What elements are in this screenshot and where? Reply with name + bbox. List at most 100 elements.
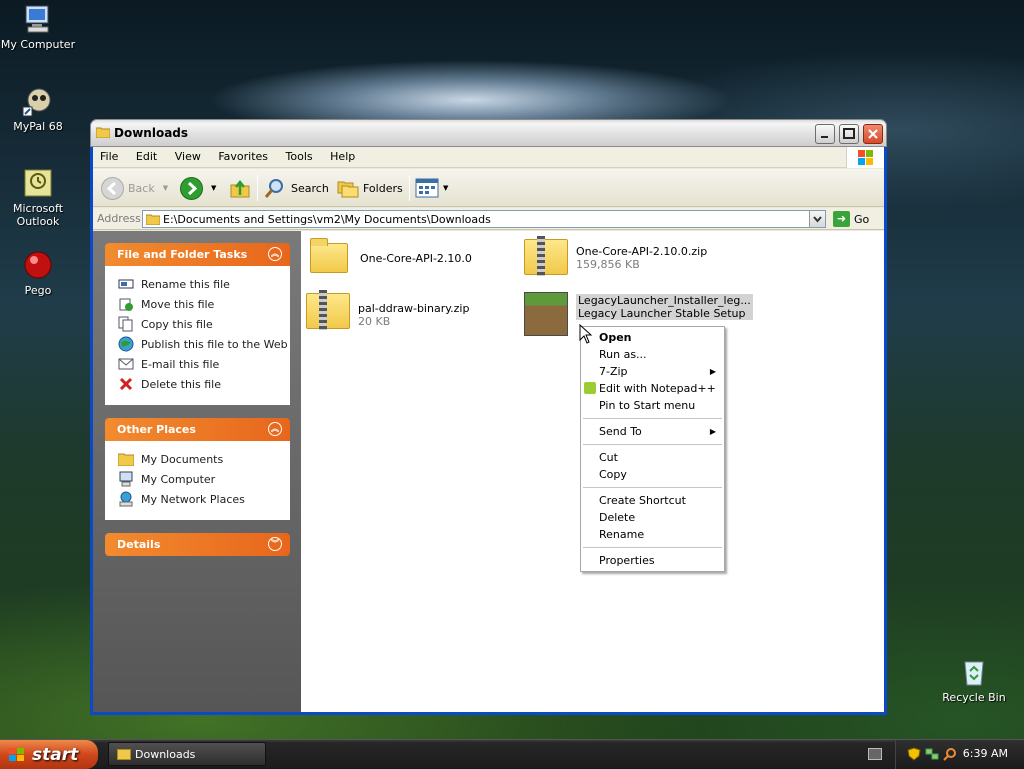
zip-folder-icon	[522, 235, 570, 279]
start-label: start	[32, 744, 79, 765]
file-item-zip[interactable]: One-Core-API-2.10.0.zip 159,856 KB	[522, 235, 707, 279]
place-my-network[interactable]: My Network Places	[118, 489, 289, 509]
menu-file[interactable]: File	[93, 147, 125, 166]
window-title: Downloads	[114, 126, 189, 140]
place-my-documents[interactable]: My Documents	[118, 449, 289, 469]
menu-item-send-to[interactable]: Send To ▶	[581, 423, 724, 440]
menu-separator	[583, 487, 722, 488]
security-shield-icon[interactable]	[907, 747, 921, 761]
menu-item-cut[interactable]: Cut	[581, 449, 724, 466]
menu-item-run-as[interactable]: Run as...	[581, 346, 724, 363]
file-size: 159,856 KB	[576, 258, 640, 271]
minimize-button[interactable]	[815, 124, 835, 144]
folder-icon	[117, 749, 131, 760]
desktop-icon-outlook[interactable]: Microsoft Outlook	[0, 167, 76, 228]
task-publish[interactable]: Publish this file to the Web	[118, 334, 289, 354]
toolbar-separator	[257, 175, 258, 201]
collapse-icon[interactable]: ︽	[268, 247, 282, 261]
menu-favorites[interactable]: Favorites	[211, 147, 275, 166]
keyboard-icon[interactable]	[868, 748, 882, 760]
taskbar-window-downloads[interactable]: Downloads	[108, 742, 266, 766]
folders-icon	[337, 181, 359, 198]
menu-help[interactable]: Help	[323, 147, 362, 166]
computer-icon	[118, 471, 134, 487]
rename-icon	[118, 276, 134, 292]
menu-item-edit-notepadpp[interactable]: Edit with Notepad++	[581, 380, 724, 397]
windows-logo-icon	[846, 147, 884, 168]
file-size: 20 KB	[358, 315, 391, 328]
desktop-icon-recycle-bin[interactable]: Recycle Bin	[936, 656, 1012, 704]
desktop-icon-label: Pego	[24, 284, 52, 297]
place-my-computer[interactable]: My Computer	[118, 469, 289, 489]
back-label: Back	[128, 181, 155, 195]
task-email[interactable]: E-mail this file	[118, 354, 289, 374]
task-copy[interactable]: Copy this file	[118, 314, 289, 334]
views-button[interactable]: ▼	[415, 175, 448, 201]
globe-icon	[118, 336, 134, 352]
desktop-icon-label: Microsoft Outlook	[12, 202, 64, 228]
address-value: E:\Documents and Settings\vm2\My Documen…	[163, 212, 491, 226]
network-icon[interactable]	[925, 747, 939, 761]
panel-header[interactable]: Other Places ︽	[105, 418, 290, 441]
menu-edit[interactable]: Edit	[129, 147, 164, 166]
explorer-window: Downloads File Edit View Favorites Tools…	[90, 119, 887, 715]
search-icon[interactable]	[943, 747, 957, 761]
search-button[interactable]: Search	[263, 175, 329, 201]
forward-button[interactable]: ▼	[180, 175, 216, 201]
address-dropdown-button[interactable]	[809, 211, 825, 227]
chevron-down-icon[interactable]: ▼	[163, 184, 168, 192]
system-tray: 6:39 AM	[895, 740, 1024, 769]
menu-item-pin-start[interactable]: Pin to Start menu	[581, 397, 724, 414]
menu-bar: File Edit View Favorites Tools Help	[93, 147, 884, 168]
window-titlebar[interactable]: Downloads	[90, 119, 887, 147]
desktop-icon-pego[interactable]: Pego	[0, 249, 76, 297]
maximize-button[interactable]	[839, 124, 859, 144]
email-icon	[118, 356, 134, 372]
file-item-folder[interactable]: One-Core-API-2.10.0	[306, 237, 472, 281]
task-pane: File and Folder Tasks ︽ Rename this file…	[93, 231, 301, 712]
menu-tools[interactable]: Tools	[279, 147, 320, 166]
forward-arrow-icon	[180, 176, 203, 200]
menu-item-rename[interactable]: Rename	[581, 526, 724, 543]
mouse-cursor-icon	[579, 324, 593, 344]
task-rename[interactable]: Rename this file	[118, 274, 289, 294]
back-button[interactable]: Back ▼	[101, 175, 168, 201]
start-button[interactable]: start	[0, 740, 98, 769]
menu-item-7zip[interactable]: 7-Zip ▶	[581, 363, 724, 380]
expand-icon[interactable]: ︾	[268, 537, 282, 551]
close-button[interactable]	[863, 124, 883, 144]
up-folder-button[interactable]	[229, 175, 251, 201]
folders-button[interactable]: Folders	[337, 175, 403, 201]
clock: 6:39 AM	[962, 747, 1008, 760]
file-item-zip[interactable]: pal-ddraw-binary.zip 20 KB	[304, 289, 469, 333]
folder-icon	[118, 451, 134, 467]
chevron-down-icon	[813, 216, 822, 223]
task-delete[interactable]: Delete this file	[118, 374, 289, 394]
desktop-icon-mypal[interactable]: MyPal 68	[0, 85, 76, 133]
panel-header[interactable]: Details ︾	[105, 533, 290, 556]
back-arrow-icon	[101, 176, 124, 200]
desktop-icon-my-computer[interactable]: My Computer	[0, 3, 76, 51]
desktop-icon-label: My Computer	[0, 38, 76, 51]
menu-item-create-shortcut[interactable]: Create Shortcut	[581, 492, 724, 509]
task-move[interactable]: Move this file	[118, 294, 289, 314]
menu-item-copy[interactable]: Copy	[581, 466, 724, 483]
mypal-browser-icon	[22, 85, 54, 117]
taskbar-window-label: Downloads	[135, 747, 196, 761]
network-icon	[118, 491, 134, 507]
outlook-icon	[22, 167, 54, 199]
menu-item-properties[interactable]: Properties	[581, 552, 724, 569]
address-field[interactable]: E:\Documents and Settings\vm2\My Documen…	[142, 210, 826, 228]
file-name: LegacyLauncher_Installer_leg...	[576, 294, 753, 307]
panel-header[interactable]: File and Folder Tasks ︽	[105, 243, 290, 266]
collapse-icon[interactable]: ︽	[268, 422, 282, 436]
folder-icon	[306, 237, 354, 281]
file-folder-tasks-panel: File and Folder Tasks ︽ Rename this file…	[105, 243, 290, 405]
menu-item-delete[interactable]: Delete	[581, 509, 724, 526]
chevron-down-icon[interactable]: ▼	[211, 184, 216, 192]
menu-view[interactable]: View	[168, 147, 208, 166]
views-icon	[415, 178, 439, 198]
go-button[interactable]: ➜ Go	[833, 211, 869, 227]
menu-item-open[interactable]: Open	[581, 329, 724, 346]
chevron-down-icon[interactable]: ▼	[443, 184, 448, 192]
